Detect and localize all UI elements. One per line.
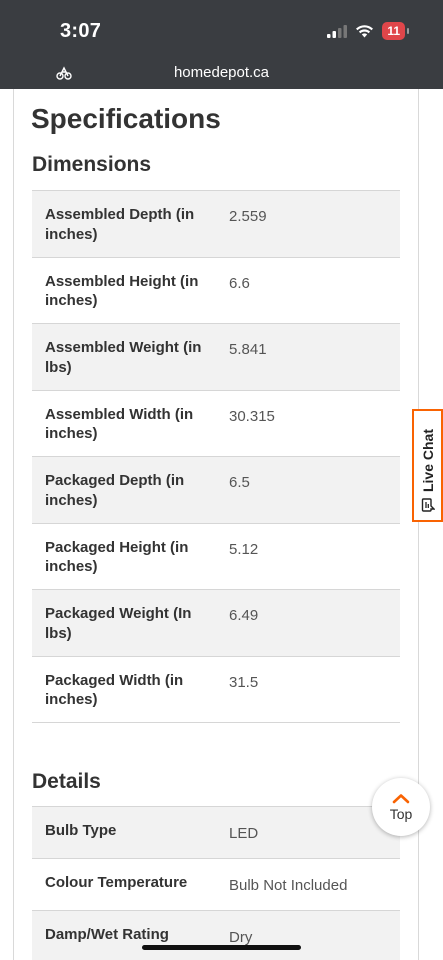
spec-label: Packaged Width (in inches) xyxy=(45,671,184,709)
spec-value: 6.6 xyxy=(229,274,250,292)
live-chat-button[interactable]: Live Chat xyxy=(412,409,443,522)
details-heading: Details xyxy=(32,770,101,793)
table-row: Packaged Height (in inches) 5.12 xyxy=(32,524,400,590)
signal-icon xyxy=(327,24,348,38)
spec-value: 5.12 xyxy=(229,540,259,558)
status-time: 3:07 xyxy=(60,20,102,42)
table-row: Bulb Type LED xyxy=(32,807,400,859)
address-bar[interactable]: homedepot.ca xyxy=(0,62,443,86)
table-row: Packaged Weight (In lbs) 6.49 xyxy=(32,590,400,657)
details-table: Bulb Type LED Colour Temperature Bulb No… xyxy=(32,806,400,960)
url-text: homedepot.ca xyxy=(173,64,270,81)
table-row: Packaged Width (in inches) 31.5 xyxy=(32,657,400,723)
status-icons: 11 xyxy=(327,22,409,40)
spec-value: 5.841 xyxy=(229,341,267,358)
spec-value: 2.559 xyxy=(229,208,267,225)
table-row: Assembled Weight (in lbs) 5.841 xyxy=(32,324,400,391)
spec-value: Dry xyxy=(229,929,253,946)
spec-label: Assembled Depth (in inches) xyxy=(45,206,195,243)
spec-label: Bulb Type xyxy=(45,822,117,839)
page-content: Specifications Dimensions Assembled Dept… xyxy=(0,89,443,960)
spec-label: Damp/Wet Rating xyxy=(45,926,169,943)
browser-chrome: 3:07 11 homedepot.ca xyxy=(0,0,443,89)
dimensions-table: Assembled Depth (in inches) 2.559 Assemb… xyxy=(32,190,400,723)
spec-label: Assembled Weight (in lbs) xyxy=(45,339,202,376)
table-row: Assembled Depth (in inches) 2.559 xyxy=(32,191,400,258)
table-row: Colour Temperature Bulb Not Included xyxy=(32,859,400,911)
spec-value: 6.49 xyxy=(229,607,259,624)
live-chat-label: Live Chat xyxy=(419,428,436,492)
back-to-top-label: Top xyxy=(389,805,413,822)
chevron-up-icon xyxy=(392,793,410,803)
spec-value: LED xyxy=(229,825,259,842)
wifi-icon xyxy=(356,25,374,38)
spec-value: 30.315 xyxy=(229,407,275,425)
chat-bubble-icon xyxy=(421,498,435,512)
spec-value: Bulb Not Included xyxy=(229,877,348,894)
spec-label: Assembled Height (in inches) xyxy=(45,272,199,310)
spec-label: Packaged Weight (In lbs) xyxy=(45,605,192,642)
table-row: Assembled Height (in inches) 6.6 xyxy=(32,258,400,324)
spec-label: Packaged Height (in inches) xyxy=(45,538,189,576)
back-to-top-button[interactable]: Top xyxy=(372,778,430,836)
home-indicator[interactable] xyxy=(142,945,301,950)
spec-label: Assembled Width (in inches) xyxy=(45,405,194,443)
spec-label: Packaged Depth (in inches) xyxy=(45,472,185,509)
spec-label: Colour Temperature xyxy=(45,874,188,891)
spec-value: 31.5 xyxy=(229,673,259,691)
table-row: Packaged Depth (in inches) 6.5 xyxy=(32,457,400,524)
table-row: Damp/Wet Rating Dry xyxy=(32,911,400,960)
content-border-left xyxy=(13,89,14,960)
battery-indicator: 11 xyxy=(382,22,409,40)
dimensions-heading: Dimensions xyxy=(32,153,152,176)
table-row: Assembled Width (in inches) 30.315 xyxy=(32,391,400,457)
spec-value: 6.5 xyxy=(229,474,250,491)
page-title: Specifications xyxy=(31,103,221,134)
